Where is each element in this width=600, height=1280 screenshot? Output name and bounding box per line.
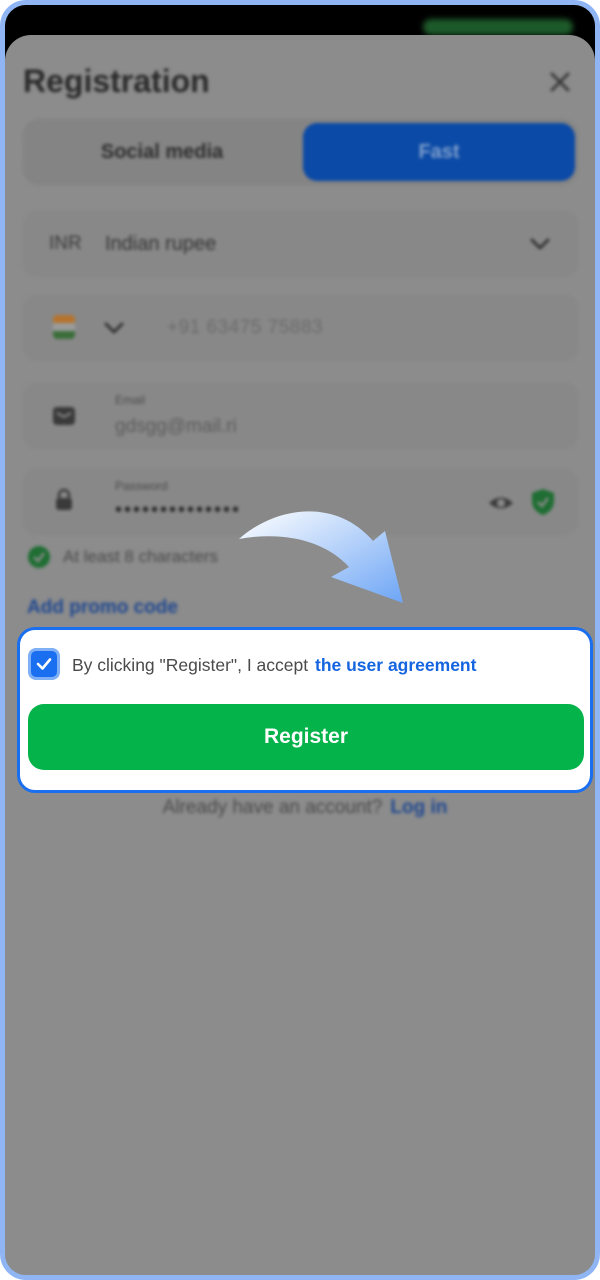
login-question: Already have an account? (162, 797, 383, 818)
registration-tabs: Social media Fast (23, 119, 578, 185)
password-hint: At least 8 characters (63, 547, 218, 566)
password-input[interactable]: •••••••••••••• (115, 499, 241, 522)
agreement-checkbox[interactable] (28, 648, 60, 680)
email-input[interactable]: gdsgg@mail.ri (115, 416, 237, 438)
agreement-statement: By clicking "Register", I accept (72, 655, 309, 675)
register-button[interactable]: Register (28, 704, 584, 770)
india-flag-icon[interactable] (53, 315, 75, 339)
login-prompt: Already have an account? Log in (5, 797, 595, 819)
mail-icon (53, 407, 75, 425)
login-link[interactable]: Log in (390, 797, 447, 818)
email-label: Email (115, 393, 146, 407)
lock-icon (56, 488, 72, 510)
user-agreement-link[interactable]: the user agreement (315, 655, 476, 675)
currency-code: INR (49, 233, 82, 254)
curved-arrow-icon (239, 511, 403, 603)
status-indicator (423, 19, 573, 35)
agreement-highlight-panel: By clicking "Register", I accept the use… (17, 627, 593, 793)
password-label: Password (115, 479, 168, 493)
currency-select[interactable]: INR Indian rupee (23, 211, 578, 277)
page-title: Registration (23, 63, 210, 99)
phone-field[interactable]: +91 63475 75883 (23, 295, 578, 361)
eye-icon[interactable] (487, 489, 515, 517)
tab-fast[interactable]: Fast (303, 123, 575, 181)
email-field[interactable]: Email gdsgg@mail.ri (23, 383, 578, 449)
phone-frame: Registration Social media Fast INR India… (0, 0, 600, 1280)
close-icon[interactable] (543, 65, 577, 99)
currency-name: Indian rupee (105, 233, 217, 255)
add-promo-code-link[interactable]: Add promo code (27, 597, 178, 619)
check-circle-icon (28, 546, 50, 568)
shield-check-icon (532, 489, 554, 515)
tab-social-media[interactable]: Social media (27, 123, 297, 181)
chevron-down-icon (530, 238, 550, 250)
checkmark-icon (36, 658, 52, 670)
phone-input[interactable]: +91 63475 75883 (167, 317, 323, 339)
agreement-text: By clicking "Register", I accept the use… (72, 655, 476, 676)
country-chevron-down-icon[interactable] (101, 315, 127, 341)
